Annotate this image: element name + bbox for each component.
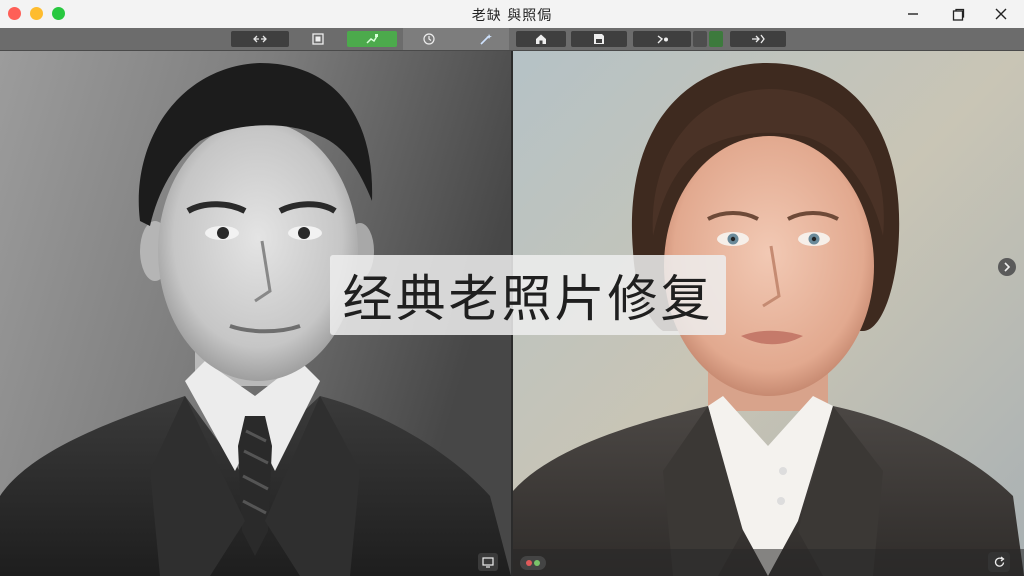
next-icon xyxy=(752,34,765,44)
save-button[interactable] xyxy=(571,31,627,47)
tv-preview-button[interactable] xyxy=(478,553,498,571)
tools-icon xyxy=(657,34,668,43)
minimize-icon xyxy=(908,13,918,15)
compare-button[interactable] xyxy=(231,31,289,47)
expand-button[interactable] xyxy=(998,258,1016,276)
separator xyxy=(693,31,707,47)
save-icon xyxy=(594,34,604,44)
close-button[interactable] xyxy=(978,0,1024,28)
restore-icon xyxy=(952,8,964,21)
red-dot-icon xyxy=(526,560,532,566)
minimize-button[interactable] xyxy=(890,0,936,28)
color-toggle[interactable] xyxy=(520,556,546,570)
monitor-icon xyxy=(482,556,494,568)
chevron-right-icon xyxy=(1004,262,1011,272)
maximize-button[interactable] xyxy=(935,0,981,28)
refresh-icon xyxy=(994,555,1005,567)
next-button[interactable] xyxy=(730,31,786,47)
bottom-bar xyxy=(513,549,1024,576)
frame-icon xyxy=(312,33,324,45)
tools-button[interactable] xyxy=(633,31,691,47)
home-button[interactable] xyxy=(516,31,566,47)
magic-wand-button[interactable] xyxy=(474,31,496,47)
window-title: 老缺 與照侷 xyxy=(471,8,553,24)
history-button[interactable] xyxy=(418,31,440,47)
home-icon xyxy=(536,34,546,44)
refresh-button[interactable] xyxy=(988,552,1010,572)
green-dot-icon xyxy=(534,560,540,566)
magic-wand-icon xyxy=(479,34,492,45)
close-icon xyxy=(995,8,1007,20)
feature-title: 经典老照片修复 xyxy=(330,255,726,335)
status-indicator xyxy=(709,31,723,47)
colorize-icon xyxy=(366,34,378,44)
compare-icon xyxy=(253,35,267,43)
toolbar xyxy=(0,28,1024,51)
frame-button[interactable] xyxy=(308,31,328,47)
title-bar: 老缺 與照侷 xyxy=(0,0,1024,29)
colorize-button[interactable] xyxy=(347,31,397,47)
history-icon xyxy=(423,33,435,45)
